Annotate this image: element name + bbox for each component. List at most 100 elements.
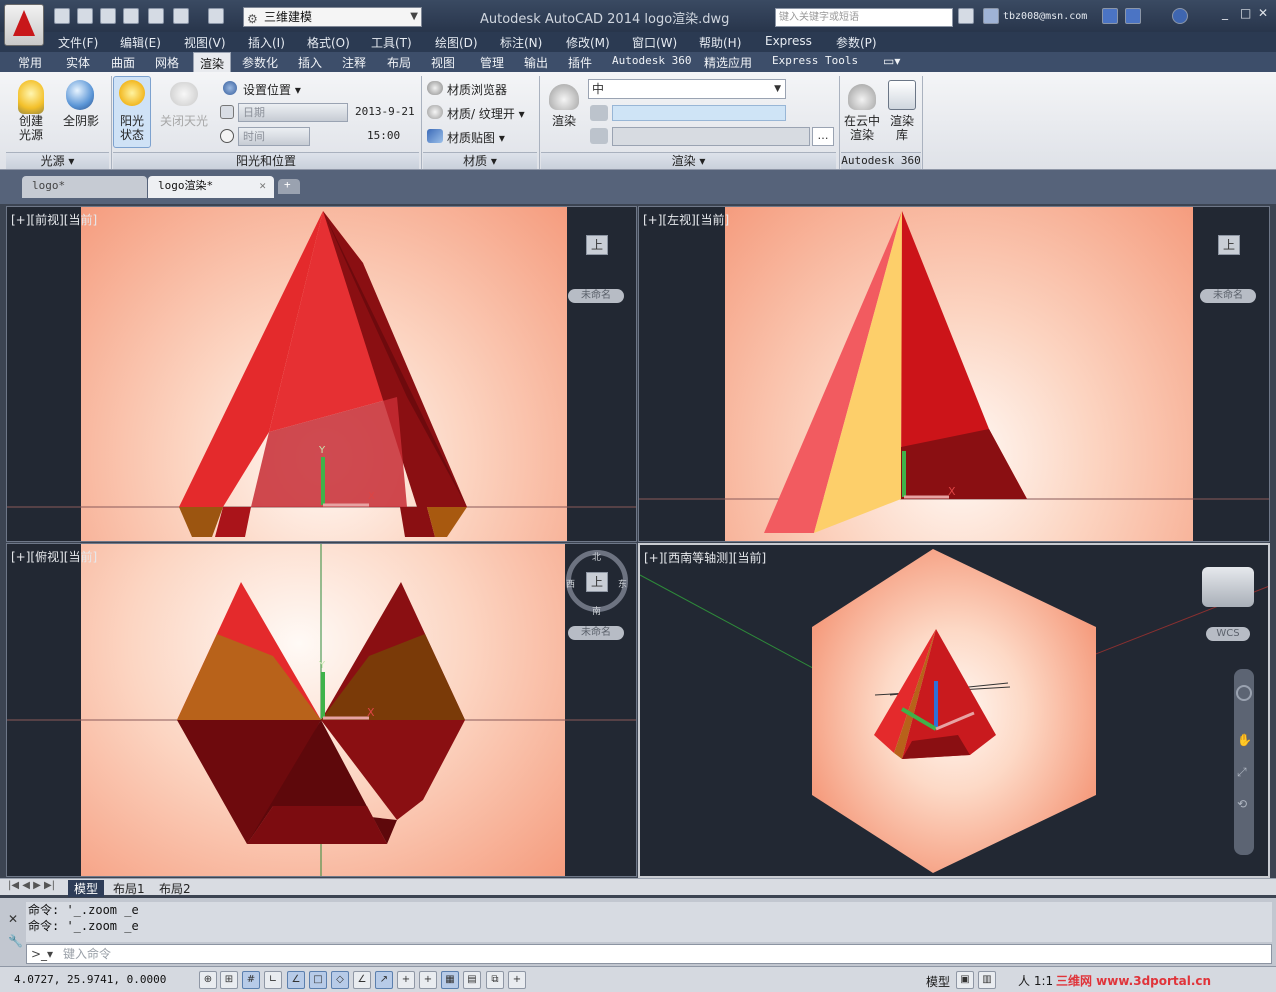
quick-properties-icon[interactable]: ▤ <box>463 971 481 989</box>
sky-off-button[interactable]: 关闭天光 <box>156 114 212 128</box>
new-tab-icon[interactable]: + <box>278 179 300 194</box>
command-prompt-icon[interactable]: >_▾ <box>31 945 53 963</box>
viewcube-left[interactable]: 上 <box>1218 235 1240 255</box>
material-map-button[interactable]: 材质贴图 ▾ <box>447 129 505 146</box>
exchange-icon[interactable] <box>1102 8 1118 24</box>
ribbon-toggle-icon[interactable]: ▭▾ <box>883 54 900 68</box>
ucs-menu-front[interactable]: 未命名 <box>568 289 624 303</box>
tab-layout1[interactable]: 布局1 <box>113 880 145 897</box>
viewport-label-top[interactable]: [+][俯视][当前] <box>11 548 97 565</box>
help-icon[interactable] <box>1172 8 1188 24</box>
ucs-menu-left[interactable]: 未命名 <box>1200 289 1256 303</box>
viewport-label-front[interactable]: [+][前视][当前] <box>11 211 97 228</box>
tab-model[interactable]: 模型 <box>68 880 105 897</box>
doc-tab-logo-render[interactable]: logo渲染* ✕ <box>148 176 274 198</box>
menu-file[interactable]: 文件(F) <box>58 34 98 51</box>
close-command-icon[interactable]: ✕ <box>8 912 18 926</box>
steering-wheel-icon[interactable] <box>1236 685 1252 701</box>
menu-edit[interactable]: 编辑(E) <box>120 34 161 51</box>
snap-mode-icon[interactable]: ⊞ <box>220 971 238 989</box>
menu-draw[interactable]: 绘图(D) <box>435 34 478 51</box>
tab-layout2[interactable]: 布局2 <box>159 880 191 897</box>
viewport-sw-isometric[interactable]: [+][西南等轴测][当前] WCS ✋ ⤢ ⟲ <box>638 543 1270 878</box>
user-name[interactable]: tbz008@msn.com <box>1003 11 1087 22</box>
menu-insert[interactable]: 插入(I) <box>248 34 285 51</box>
menu-format[interactable]: 格式(O) <box>307 34 350 51</box>
lineweight-icon[interactable]: + <box>419 971 437 989</box>
menu-modify[interactable]: 修改(M) <box>566 34 610 51</box>
compass-north[interactable]: 北 <box>592 550 601 563</box>
viewport-label-left[interactable]: [+][左视][当前] <box>643 211 729 228</box>
material-browser-button[interactable]: 材质浏览器 <box>447 81 507 98</box>
command-input[interactable]: >_▾ 键入命令 <box>26 944 1272 964</box>
tab-featured-apps[interactable]: 精选应用 <box>704 54 752 71</box>
viewport-label-sw-iso[interactable]: [+][西南等轴测][当前] <box>644 549 766 566</box>
infer-constraints-icon[interactable]: ⊕ <box>199 971 217 989</box>
viewport-top[interactable]: Y X [+][俯视][当前] 上 北 南 东 西 未命名 <box>6 543 637 877</box>
3d-object-snap-icon[interactable]: ◇ <box>331 971 349 989</box>
tab-solid[interactable]: 实体 <box>66 54 90 71</box>
tab-layout[interactable]: 布局 <box>387 54 411 71</box>
menu-help[interactable]: 帮助(H) <box>699 34 741 51</box>
open-file-icon[interactable] <box>77 8 93 24</box>
render-gallery-button[interactable]: 渲染 库 <box>885 114 919 142</box>
panel-title-render[interactable]: 渲染 ▾ <box>541 152 836 169</box>
save-icon[interactable] <box>100 8 116 24</box>
menu-view[interactable]: 视图(V) <box>184 34 226 51</box>
dynamic-ucs-icon[interactable]: ↗ <box>375 971 393 989</box>
menu-tools[interactable]: 工具(T) <box>371 34 412 51</box>
compass-west[interactable]: 西 <box>566 577 575 590</box>
render-output-file[interactable] <box>612 127 810 146</box>
search-input[interactable]: 键入关键字或短语 <box>775 8 953 27</box>
menu-parametric[interactable]: 参数(P) <box>836 34 877 51</box>
model-space-toggle[interactable]: 模型 <box>926 973 950 990</box>
time-slider[interactable]: 时间 <box>238 127 310 146</box>
create-light-button[interactable]: 创建 光源 <box>10 114 52 142</box>
tab-autodesk-360[interactable]: Autodesk 360 <box>612 54 691 67</box>
annotation-monitor-icon[interactable]: + <box>508 971 526 989</box>
menu-dimension[interactable]: 标注(N) <box>500 34 542 51</box>
viewcube-top[interactable]: 上 <box>586 572 608 592</box>
coordinate-readout[interactable]: 4.0727, 25.9741, 0.0000 <box>14 973 166 986</box>
ucs-menu-top[interactable]: 未命名 <box>568 626 624 640</box>
annotation-scale[interactable]: 人 1:1 <box>1018 972 1053 989</box>
ortho-mode-icon[interactable]: ∟ <box>264 971 282 989</box>
browse-button[interactable]: … <box>812 127 834 146</box>
undo-icon[interactable] <box>173 8 189 24</box>
close-icon[interactable]: ✕ <box>1258 6 1268 20</box>
tab-view[interactable]: 视图 <box>431 54 455 71</box>
selection-cycling-icon[interactable]: ⧉ <box>486 971 504 989</box>
print-icon[interactable] <box>148 8 164 24</box>
tab-plugins[interactable]: 插件 <box>568 54 592 71</box>
application-menu-button[interactable] <box>4 4 44 46</box>
viewport-left[interactable]: X [+][左视][当前] 上 未命名 <box>638 206 1270 542</box>
viewport-front[interactable]: Y X [+][前视][当前] 上 未命名 <box>6 206 637 542</box>
redo-icon[interactable] <box>208 8 224 24</box>
close-tab-icon[interactable]: ✕ <box>259 176 266 196</box>
menu-window[interactable]: 窗口(W) <box>632 34 677 51</box>
viewcube-iso[interactable] <box>1202 567 1254 607</box>
zoom-icon[interactable]: ⤢ <box>1237 765 1251 781</box>
panel-title-lights[interactable]: 光源 ▾ <box>6 152 109 169</box>
viewcube-front[interactable]: 上 <box>586 235 608 255</box>
tab-surface[interactable]: 曲面 <box>111 54 135 71</box>
new-file-icon[interactable] <box>54 8 70 24</box>
wcs-menu[interactable]: WCS <box>1206 627 1250 641</box>
panel-title-materials[interactable]: 材质 ▾ <box>423 152 537 169</box>
quick-view-drawings-icon[interactable]: ▥ <box>978 971 996 989</box>
tab-insert[interactable]: 插入 <box>298 54 322 71</box>
tab-output[interactable]: 输出 <box>524 54 548 71</box>
render-quality-select[interactable]: 中 ▼ <box>588 79 786 99</box>
object-snap-tracking-icon[interactable]: ∠ <box>353 971 371 989</box>
tab-annotate[interactable]: 注释 <box>342 54 366 71</box>
minimize-icon[interactable]: _ <box>1222 6 1228 20</box>
panel-title-sun-location[interactable]: 阳光和位置 <box>113 152 419 169</box>
tab-parametric[interactable]: 参数化 <box>242 54 278 71</box>
tab-manage[interactable]: 管理 <box>480 54 504 71</box>
full-shadow-button[interactable]: 全阴影 <box>58 114 104 128</box>
orbit-icon[interactable]: ⟲ <box>1237 797 1251 813</box>
quick-view-layouts-icon[interactable]: ▣ <box>956 971 974 989</box>
material-texture-toggle[interactable]: 材质/ 纹理开 ▾ <box>447 105 525 122</box>
save-as-icon[interactable] <box>123 8 139 24</box>
dynamic-input-icon[interactable]: + <box>397 971 415 989</box>
